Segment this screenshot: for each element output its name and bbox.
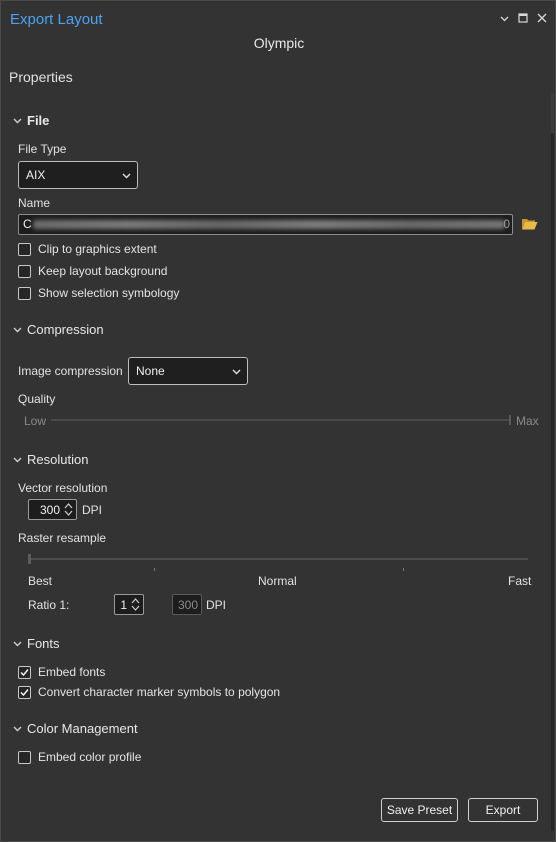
checkbox-box <box>18 242 31 256</box>
keep-layout-background-checkbox[interactable]: Keep layout background <box>18 264 167 278</box>
raster-best-label: Best <box>28 574 53 588</box>
section-resolution-label: Resolution <box>27 452 89 467</box>
convert-marker-symbols-checkbox[interactable]: Convert character marker symbols to poly… <box>18 685 280 699</box>
keep-bg-label: Keep layout background <box>38 264 168 278</box>
section-fonts[interactable]: Fonts <box>13 636 60 651</box>
name-label: Name <box>18 196 51 210</box>
section-compression-label: Compression <box>27 322 104 337</box>
show-selection-symbology-checkbox[interactable]: Show selection symbology <box>18 286 179 300</box>
spinner-arrows-icon[interactable] <box>63 501 74 518</box>
clip-label: Clip to graphics extent <box>38 242 157 256</box>
section-color-management-label: Color Management <box>27 721 138 736</box>
raster-dpi-value: 300 <box>177 598 198 612</box>
export-button[interactable]: Export <box>468 798 538 822</box>
chevron-down-icon <box>13 327 22 333</box>
checkbox-box <box>18 286 31 300</box>
embed-fonts-label: Embed fonts <box>38 665 106 679</box>
file-type-value: AIX <box>26 168 46 182</box>
pane-title: Export Layout <box>10 11 103 28</box>
checkbox-box <box>18 685 31 699</box>
vector-resolution-spinner[interactable]: 300 <box>28 499 77 520</box>
section-color-management[interactable]: Color Management <box>13 721 138 736</box>
section-file[interactable]: File <box>13 113 49 128</box>
checkmark-icon <box>20 688 29 696</box>
slider-tick <box>403 568 404 571</box>
raster-resample-thumb[interactable] <box>28 554 31 564</box>
ratio-label: Ratio 1: <box>28 598 70 612</box>
quality-slider <box>51 419 511 421</box>
quality-slider-thumb <box>509 415 511 425</box>
file-type-select[interactable]: AIX <box>18 161 138 189</box>
image-compression-select[interactable]: None <box>128 357 248 385</box>
image-compression-label: Image compression <box>18 364 123 378</box>
scrollbar-thumb[interactable] <box>551 93 554 133</box>
chevron-down-icon <box>13 726 22 732</box>
raster-normal-label: Normal <box>258 574 297 588</box>
chevron-down-icon <box>13 457 22 463</box>
raster-dpi-label: DPI <box>206 598 227 612</box>
chevron-down-icon <box>13 641 22 647</box>
raster-dpi-field: 300 <box>172 594 202 615</box>
maximize-icon[interactable] <box>518 12 528 26</box>
save-preset-button[interactable]: Save Preset <box>381 798 458 822</box>
name-value-suffix: 0 <box>503 217 510 231</box>
spinner-arrows-icon[interactable] <box>130 596 141 613</box>
name-value-prefix: C <box>23 217 32 231</box>
raster-fast-label: Fast <box>508 574 532 588</box>
folder-open-icon[interactable] <box>521 217 538 231</box>
redacted-path <box>33 220 505 229</box>
clip-to-graphics-checkbox[interactable]: Clip to graphics extent <box>18 242 157 256</box>
chevron-down-icon <box>13 118 22 124</box>
convert-label: Convert character marker symbols to poly… <box>38 685 281 699</box>
window-controls <box>499 12 547 26</box>
embed-fonts-checkbox[interactable]: Embed fonts <box>18 665 105 679</box>
section-fonts-label: Fonts <box>27 636 60 651</box>
checkmark-icon <box>20 668 29 676</box>
chevron-down-icon <box>122 173 131 179</box>
raster-resample-label: Raster resample <box>18 531 107 545</box>
checkbox-box <box>18 665 31 679</box>
slider-tick <box>154 568 155 571</box>
quality-low-label: Low <box>24 414 47 428</box>
layout-name: Olympic <box>253 35 305 51</box>
section-file-label: File <box>27 113 50 128</box>
show-sel-label: Show selection symbology <box>38 286 180 300</box>
section-compression[interactable]: Compression <box>13 322 104 337</box>
scrollbar[interactable] <box>551 93 554 831</box>
embed-profile-label: Embed color profile <box>38 750 142 764</box>
checkbox-box <box>18 750 31 764</box>
vector-resolution-label: Vector resolution <box>18 481 108 495</box>
vector-dpi-label: DPI <box>82 503 103 517</box>
file-type-label: File Type <box>18 142 67 156</box>
close-icon[interactable] <box>537 12 547 26</box>
quality-label: Quality <box>18 392 56 406</box>
raster-resample-slider[interactable] <box>28 558 528 560</box>
embed-color-profile-checkbox[interactable]: Embed color profile <box>18 750 141 764</box>
name-input[interactable]: C 0 <box>18 214 513 235</box>
quality-max-label: Max <box>516 414 539 428</box>
ratio-spinner[interactable]: 1 <box>114 594 144 615</box>
section-resolution[interactable]: Resolution <box>13 452 88 467</box>
export-layout-pane: Export Layout Olympic Properties File Fi… <box>0 0 556 842</box>
chevron-down-icon <box>232 369 241 375</box>
properties-label: Properties <box>9 69 73 85</box>
image-compression-value: None <box>136 364 165 378</box>
vector-resolution-value: 300 <box>39 503 60 517</box>
ratio-value: 1 <box>120 598 127 612</box>
checkbox-box <box>18 264 31 278</box>
chevron-down-icon[interactable] <box>499 12 509 26</box>
